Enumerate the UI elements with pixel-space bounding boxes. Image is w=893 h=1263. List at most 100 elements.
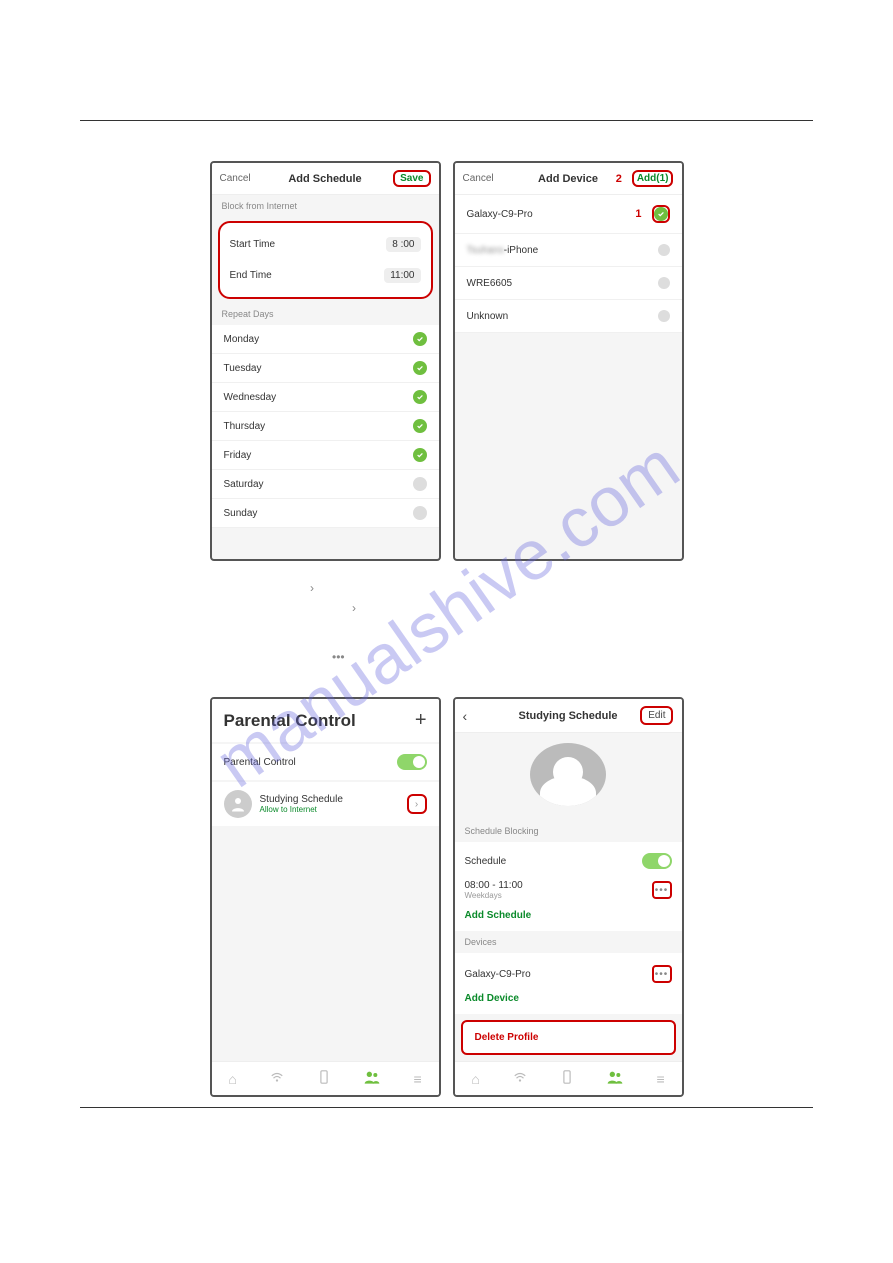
chevron-right-icon: › (310, 579, 314, 598)
nav-wifi-icon[interactable] (270, 1070, 284, 1087)
annotation-1: 1 (635, 208, 641, 220)
device-select-button[interactable] (658, 277, 670, 289)
nav-parental-icon[interactable] (364, 1070, 380, 1087)
header: Parental Control + (212, 699, 439, 742)
screen-schedule-detail: ‹ Studying Schedule Edit Schedule Blocki… (453, 697, 684, 1097)
schedule-label: Schedule (465, 856, 507, 867)
section-devices: Devices (455, 931, 682, 953)
device-select-button[interactable] (652, 205, 670, 223)
schedule-item[interactable]: 08:00 - 11:00 Weekdays ••• (463, 874, 674, 906)
day-label: Thursday (224, 421, 266, 432)
schedule-days: Weekdays (465, 891, 523, 900)
chevron-right-icon: › (352, 599, 356, 618)
save-button[interactable]: Save (393, 170, 430, 187)
check-icon[interactable] (413, 361, 427, 375)
day-row[interactable]: Saturday (212, 470, 439, 499)
section-block-internet: Block from Internet (212, 195, 439, 217)
cancel-button[interactable]: Cancel (220, 173, 270, 184)
device-name: Galaxy-C9-Pro (465, 969, 531, 980)
devices-card: Galaxy-C9-Pro ••• Add Device (455, 953, 682, 1014)
start-time-row[interactable]: Start Time 8 :00 (228, 229, 423, 260)
add-profile-button[interactable]: + (415, 709, 427, 732)
cancel-button[interactable]: Cancel (463, 173, 513, 184)
avatar-icon (530, 743, 606, 806)
nav-menu-icon[interactable]: ≡ (413, 1071, 421, 1087)
schedule-more-button[interactable]: ••• (652, 881, 672, 899)
edit-button[interactable]: Edit (640, 706, 673, 725)
device-name: Tsuhans-iPhone (467, 245, 539, 256)
device-name: Unknown (467, 311, 509, 322)
parental-control-toggle[interactable] (397, 754, 427, 770)
profile-name: Studying Schedule (260, 794, 399, 805)
day-row[interactable]: Friday (212, 441, 439, 470)
header: Cancel Add Device 2 Add(1) (455, 163, 682, 195)
divider-top (80, 120, 813, 121)
device-list: Galaxy-C9-Pro1 Tsuhans-iPhone WRE6605 Unkno… (455, 195, 682, 333)
annotation-2: 2 (616, 173, 622, 185)
profile-detail-button[interactable]: › (407, 794, 427, 814)
nav-home-icon[interactable]: ⌂ (471, 1071, 479, 1087)
day-row[interactable]: Wednesday (212, 383, 439, 412)
device-row[interactable]: WRE6605 (455, 267, 682, 300)
device-row[interactable]: Tsuhans-iPhone (455, 234, 682, 267)
screen-add-schedule: Cancel Add Schedule Save Block from Inte… (210, 161, 441, 561)
nav-device-icon[interactable] (561, 1070, 573, 1087)
device-select-button[interactable] (658, 244, 670, 256)
check-icon (654, 207, 668, 221)
device-row[interactable]: Unknown (455, 300, 682, 333)
day-label: Wednesday (224, 392, 277, 403)
add-button[interactable]: Add(1) (632, 170, 674, 187)
section-schedule-blocking: Schedule Blocking (455, 820, 682, 842)
nav-parental-icon[interactable] (607, 1070, 623, 1087)
time-block: Start Time 8 :00 End Time 11:00 (218, 221, 433, 299)
device-item[interactable]: Galaxy-C9-Pro ••• (463, 959, 674, 989)
schedule-card: Schedule 08:00 - 11:00 Weekdays ••• Add … (455, 842, 682, 931)
page-title: Parental Control (224, 711, 356, 731)
header: Cancel Add Schedule Save (212, 163, 439, 195)
check-icon[interactable] (413, 419, 427, 433)
day-label: Monday (224, 334, 260, 345)
day-label: Friday (224, 450, 252, 461)
profile-row[interactable]: Studying Schedule Allow to Internet › (212, 782, 439, 826)
page-title: Add Device (538, 173, 598, 185)
profile-status: Allow to Internet (260, 805, 399, 814)
more-icon: ••• (332, 648, 345, 667)
check-icon[interactable] (413, 477, 427, 491)
page-title: Studying Schedule (518, 710, 617, 722)
device-select-button[interactable] (658, 310, 670, 322)
day-label: Tuesday (224, 363, 262, 374)
check-icon[interactable] (413, 390, 427, 404)
schedule-toggle-row: Schedule (463, 848, 674, 874)
nav-device-icon[interactable] (318, 1070, 330, 1087)
check-icon[interactable] (413, 332, 427, 346)
end-time-row[interactable]: End Time 11:00 (228, 260, 423, 291)
divider-bottom (80, 1107, 813, 1108)
add-device-button[interactable]: Add Device (463, 989, 674, 1008)
end-time-label: End Time (230, 270, 272, 281)
end-time-value[interactable]: 11:00 (384, 268, 420, 283)
start-time-value[interactable]: 8 :00 (386, 237, 420, 252)
parental-control-toggle-row: Parental Control (212, 744, 439, 780)
day-label: Saturday (224, 479, 264, 490)
avatar-icon (224, 790, 252, 818)
day-row[interactable]: Monday (212, 325, 439, 354)
device-row[interactable]: Galaxy-C9-Pro1 (455, 195, 682, 234)
row-2: Parental Control + Parental Control Stud… (0, 697, 893, 1097)
row-1: Cancel Add Schedule Save Block from Inte… (0, 161, 893, 561)
device-more-button[interactable]: ••• (652, 965, 672, 983)
check-icon[interactable] (413, 506, 427, 520)
add-schedule-button[interactable]: Add Schedule (463, 906, 674, 925)
nav-home-icon[interactable]: ⌂ (228, 1071, 236, 1087)
back-button[interactable]: ‹ (463, 708, 513, 724)
nav-menu-icon[interactable]: ≡ (656, 1071, 664, 1087)
schedule-toggle[interactable] (642, 853, 672, 869)
page-title: Add Schedule (288, 173, 361, 185)
day-row[interactable]: Tuesday (212, 354, 439, 383)
nav-wifi-icon[interactable] (513, 1070, 527, 1087)
day-row[interactable]: Thursday (212, 412, 439, 441)
start-time-label: Start Time (230, 239, 276, 250)
check-icon[interactable] (413, 448, 427, 462)
screen-add-device: Cancel Add Device 2 Add(1) Galaxy-C9-Pro… (453, 161, 684, 561)
day-row[interactable]: Sunday (212, 499, 439, 528)
delete-profile-button[interactable]: Delete Profile (461, 1020, 676, 1055)
